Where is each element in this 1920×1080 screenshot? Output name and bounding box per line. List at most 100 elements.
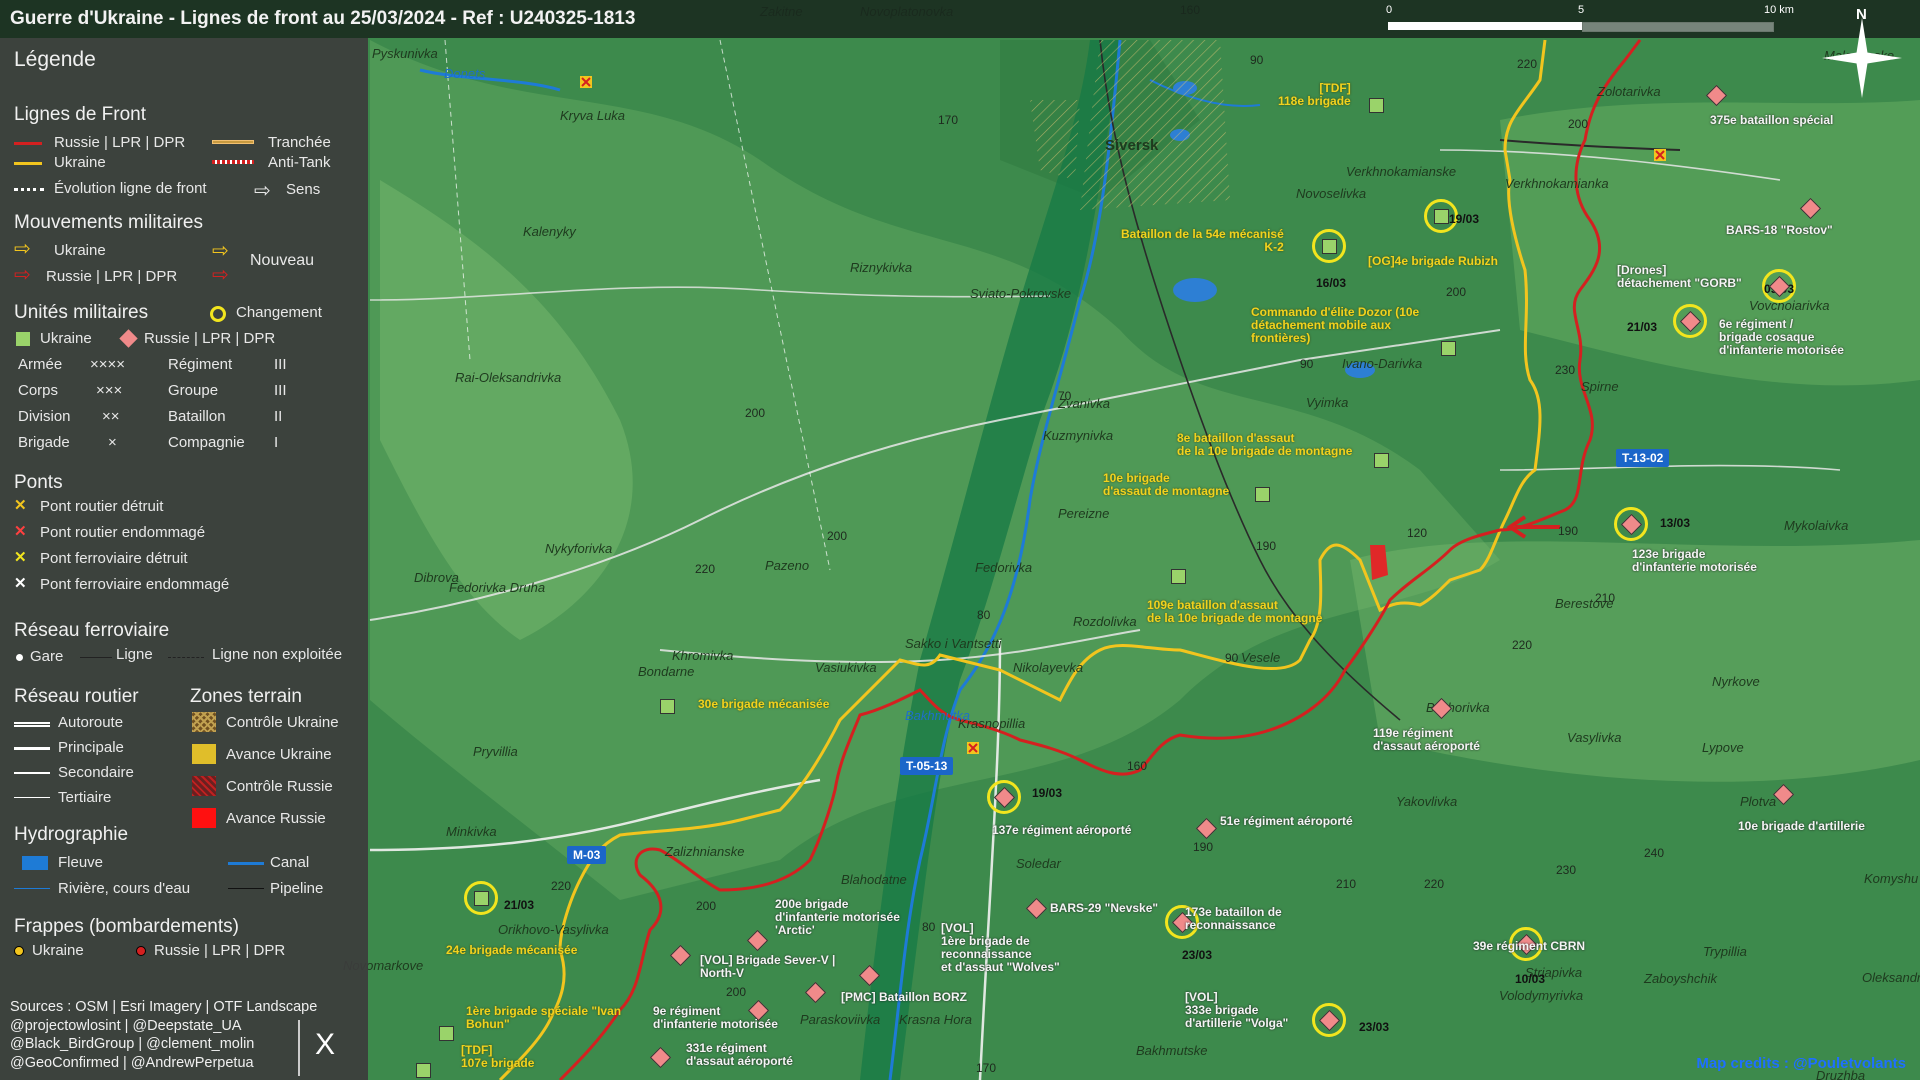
place-label: Mykolaivka bbox=[1784, 518, 1848, 533]
new-ukraine-movement-icon: ⇨ bbox=[212, 240, 229, 262]
legend-symbol: ×××× bbox=[90, 356, 126, 373]
place-label: Nyrkove bbox=[1712, 674, 1760, 689]
zone-advance-russia bbox=[1370, 545, 1388, 580]
rail-line-swatch bbox=[80, 657, 112, 658]
map-credit[interactable]: Map credits : @Pouletvolants bbox=[1696, 1055, 1906, 1072]
legend-label: Russie | LPR | DPR bbox=[54, 134, 186, 151]
legend-label: Tranchée bbox=[268, 134, 331, 151]
svg-text:170: 170 bbox=[976, 1061, 996, 1075]
ukraine-unit-icon[interactable] bbox=[1255, 487, 1270, 502]
place-label: Vasylivka bbox=[1567, 730, 1621, 745]
place-label: Kryva Luka bbox=[560, 108, 625, 123]
scale-tick: 10 km bbox=[1764, 4, 1794, 16]
source-line[interactable]: @Black_BirdGroup | @clement_molin bbox=[10, 1035, 317, 1054]
place-label: Verkhnokamianka bbox=[1505, 176, 1609, 191]
canal-swatch bbox=[228, 862, 264, 865]
svg-text:190: 190 bbox=[1558, 524, 1578, 538]
place-label: Orikhovo-Vasylivka bbox=[498, 922, 609, 937]
legend-heading: Réseau routier bbox=[14, 686, 139, 707]
zone-advance-russia-swatch bbox=[192, 808, 216, 828]
legend-symbol: III bbox=[274, 382, 287, 399]
legend-symbol: × bbox=[108, 434, 117, 451]
road-tertiary-swatch bbox=[14, 797, 50, 798]
svg-text:210: 210 bbox=[1336, 877, 1356, 891]
lake bbox=[1173, 278, 1217, 302]
legend-label: Changement bbox=[236, 304, 322, 321]
zone-control-russia-swatch bbox=[192, 776, 216, 796]
ukraine-unit-icon[interactable] bbox=[1369, 98, 1384, 113]
place-label: Verkhnokamianske bbox=[1346, 164, 1456, 179]
legend-heading: Unités militaires bbox=[14, 302, 149, 323]
strike-ukraine-icon bbox=[14, 946, 24, 956]
legend-label: Russie | LPR | DPR bbox=[144, 330, 276, 347]
place-label: Novoselivka bbox=[1296, 186, 1366, 201]
place-label: Komyshu bbox=[1864, 871, 1918, 886]
place-label: Plotva bbox=[1740, 794, 1776, 809]
place-label: Riznykivka bbox=[850, 260, 912, 275]
legend-label: Contrôle Ukraine bbox=[226, 714, 339, 731]
place-label: Sviato-Pokrovske bbox=[970, 286, 1071, 301]
source-line[interactable]: @GeoConfirmed | @AndrewPerpetua bbox=[10, 1054, 317, 1073]
place-label: Zolotarivka bbox=[1596, 84, 1661, 99]
svg-text:120: 120 bbox=[1407, 526, 1427, 540]
place-label: Vovchoiarivka bbox=[1749, 298, 1829, 313]
place-label: Blahodatne bbox=[841, 872, 907, 887]
evolution-swatch bbox=[14, 188, 44, 191]
place-label: Khromivka bbox=[672, 648, 733, 663]
ukraine-unit-icon[interactable] bbox=[1441, 341, 1456, 356]
ukraine-unit-icon[interactable] bbox=[416, 1063, 431, 1078]
legend-label: Secondaire bbox=[58, 764, 134, 781]
place-label: Soledar bbox=[1016, 856, 1061, 871]
place-label: Nikolayevka bbox=[1013, 660, 1083, 675]
svg-text:200: 200 bbox=[1568, 117, 1588, 131]
place-label: Bakhmutka bbox=[905, 708, 970, 723]
legend-label: Autoroute bbox=[58, 714, 124, 731]
ukraine-unit-icon[interactable] bbox=[1434, 209, 1449, 224]
new-russia-movement-icon: ⇨ bbox=[212, 264, 229, 286]
x-logo-icon[interactable]: X bbox=[315, 1028, 335, 1062]
ukraine-unit-icon[interactable] bbox=[439, 1026, 454, 1041]
legend-label: Pont ferroviaire détruit bbox=[40, 550, 188, 567]
trench-swatch bbox=[212, 140, 254, 144]
place-label: Sakko i Vantsetti bbox=[905, 636, 1002, 651]
ukraine-unit-icon[interactable] bbox=[1171, 569, 1186, 584]
place-label: Pereizne bbox=[1058, 506, 1109, 521]
legend-label: Canal bbox=[270, 854, 310, 871]
place-label: Krasna Hora bbox=[899, 1012, 972, 1027]
north-label: N bbox=[1856, 6, 1867, 23]
place-label: Minkivka bbox=[446, 824, 497, 839]
place-label: Yakovlivka bbox=[1396, 794, 1457, 809]
legend-heading: Lignes de Front bbox=[14, 104, 147, 125]
source-line[interactable]: @projectowlosint | @Deepstate_UA bbox=[10, 1017, 317, 1036]
rail-unused-swatch bbox=[168, 657, 204, 658]
legend-label: Régiment bbox=[168, 356, 233, 373]
legend-label: Ligne bbox=[116, 646, 153, 663]
svg-text:220: 220 bbox=[551, 879, 571, 893]
ukraine-unit-icon[interactable] bbox=[1322, 239, 1337, 254]
ukraine-unit-icon[interactable] bbox=[1374, 453, 1389, 468]
legend-label: Pont ferroviaire endommagé bbox=[40, 576, 230, 593]
map-view[interactable]: ZakitneNovoplatonovkaPyskunivkaDonetsKry… bbox=[0, 0, 1920, 1080]
place-label: Vyimka bbox=[1306, 395, 1348, 410]
svg-text:80: 80 bbox=[977, 608, 991, 622]
legend-label: Sens bbox=[286, 181, 321, 198]
ukraine-unit-icon bbox=[16, 332, 30, 346]
ukraine-line-swatch bbox=[14, 162, 42, 165]
bridge-road-damaged-icon bbox=[967, 742, 979, 754]
ukraine-unit-icon[interactable] bbox=[660, 699, 675, 714]
place-label: Pyskunivka bbox=[372, 46, 438, 61]
zone-control-ukraine bbox=[1080, 40, 1230, 210]
bridge-road-damaged-icon: ✕ bbox=[14, 523, 27, 540]
russia-line-swatch bbox=[14, 142, 42, 145]
svg-text:70: 70 bbox=[1058, 389, 1072, 403]
legend-panel: Légende Lignes de Front Russie | LPR | D… bbox=[0, 38, 368, 1080]
svg-text:200: 200 bbox=[745, 406, 765, 420]
svg-text:220: 220 bbox=[1424, 877, 1444, 891]
zone-advance-ukraine-swatch bbox=[192, 744, 216, 764]
svg-text:220: 220 bbox=[1517, 57, 1537, 71]
place-label: Bondarne bbox=[638, 664, 694, 679]
source-line: Sources : OSM | Esri Imagery | OTF Lands… bbox=[10, 999, 318, 1015]
place-label: Rai-Oleksandrivka bbox=[455, 370, 561, 385]
direction-arrow-icon: ⇨ bbox=[254, 180, 271, 202]
ukraine-unit-icon[interactable] bbox=[474, 891, 489, 906]
